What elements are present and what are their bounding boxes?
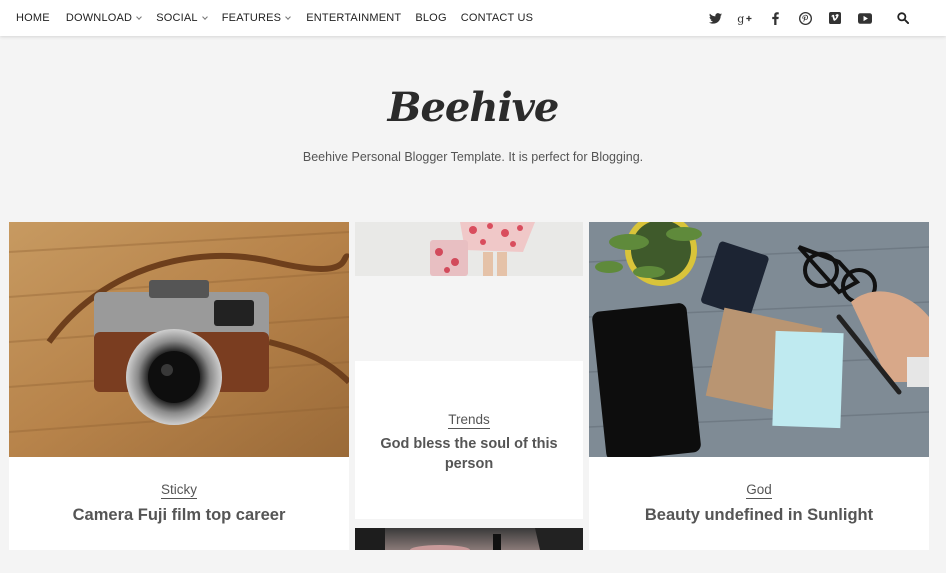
post-thumbnail[interactable] — [9, 222, 349, 457]
menu-item-download[interactable]: DOWNLOAD — [65, 12, 143, 24]
menu-item-label: HOME — [16, 12, 50, 24]
facebook-icon[interactable] — [760, 0, 790, 36]
svg-text:g: g — [737, 12, 744, 25]
post-thumbnail[interactable] — [589, 222, 929, 457]
post-card-image — [355, 528, 583, 550]
site-logo[interactable]: Beehive — [0, 84, 946, 131]
post-thumbnail[interactable] — [355, 528, 583, 550]
menu-item-label: CONTACT US — [460, 12, 534, 24]
main-menu: HOME DOWNLOAD SOCIAL FEATURES ENTERTAINM… — [16, 0, 533, 36]
menu-item-entertainment[interactable]: ENTERTAINMENT — [306, 12, 401, 24]
post-category[interactable]: Trends — [448, 412, 490, 429]
site-tagline: Beehive Personal Blogger Template. It is… — [302, 150, 644, 164]
post-title[interactable]: Beauty undefined in Sunlight — [589, 506, 929, 525]
top-navigation: HOME DOWNLOAD SOCIAL FEATURES ENTERTAINM… — [0, 0, 946, 36]
post-card: God Beauty undefined in Sunlight — [589, 222, 929, 550]
search-icon[interactable] — [888, 0, 918, 36]
menu-item-features[interactable]: FEATURES — [221, 12, 292, 24]
post-category[interactable]: God — [746, 482, 772, 499]
post-info: Sticky Camera Fuji film top career — [9, 481, 349, 525]
post-title[interactable]: God bless the soul of this person — [374, 434, 564, 474]
chevron-down-icon — [201, 13, 208, 20]
menu-item-blog[interactable]: BLOG — [415, 12, 446, 24]
twitter-icon[interactable] — [700, 0, 730, 36]
post-card: Sticky Camera Fuji film top career — [9, 222, 349, 550]
menu-item-label: BLOG — [415, 12, 447, 24]
post-thumbnail[interactable] — [355, 222, 583, 276]
google-plus-icon[interactable]: g — [730, 0, 760, 36]
youtube-icon[interactable] — [850, 0, 880, 36]
menu-item-label: FEATURES — [221, 12, 282, 24]
menu-item-social[interactable]: SOCIAL — [156, 12, 208, 24]
menu-item-label: SOCIAL — [156, 12, 198, 24]
menu-item-contact-us[interactable]: CONTACT US — [461, 12, 534, 24]
post-info: God Beauty undefined in Sunlight — [589, 481, 929, 525]
menu-item-label: ENTERTAINMENT — [306, 12, 402, 24]
chevron-down-icon — [136, 13, 143, 20]
post-card: Trends God bless the soul of this person — [355, 361, 583, 519]
post-card-image — [355, 222, 583, 276]
vimeo-icon[interactable] — [820, 0, 850, 36]
post-category[interactable]: Sticky — [160, 482, 197, 499]
chevron-down-icon — [285, 13, 292, 20]
post-info: Trends God bless the soul of this person — [355, 411, 583, 474]
menu-item-label: DOWNLOAD — [65, 12, 133, 24]
social-links: g — [700, 0, 918, 36]
post-title[interactable]: Camera Fuji film top career — [9, 506, 349, 525]
pinterest-icon[interactable] — [790, 0, 820, 36]
menu-item-home[interactable]: HOME — [16, 12, 50, 24]
